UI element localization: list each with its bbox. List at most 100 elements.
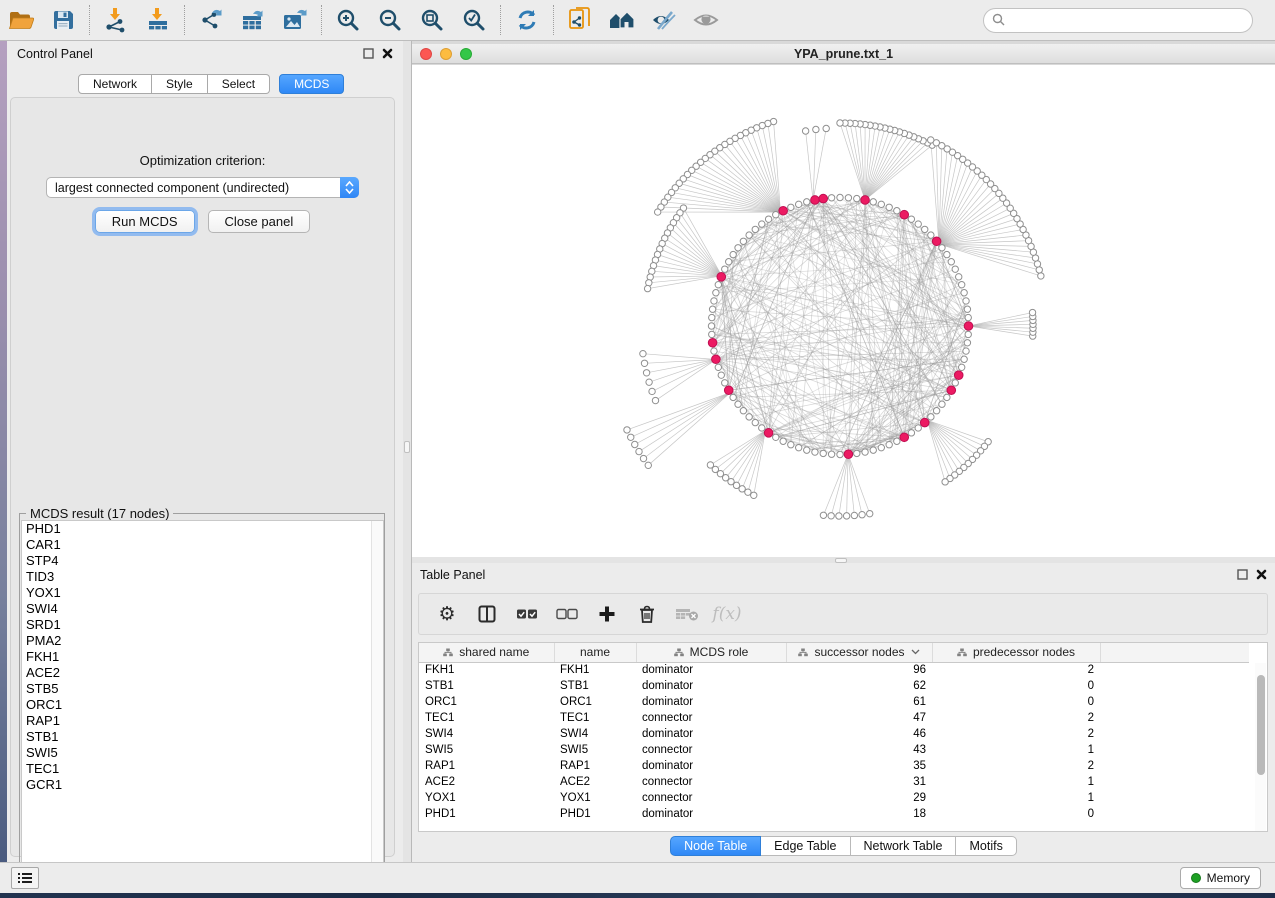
list-item[interactable]: GCR1 bbox=[22, 777, 383, 793]
column-header-mcds-role[interactable]: MCDS role bbox=[636, 643, 786, 662]
deselect-all-icon[interactable] bbox=[555, 602, 579, 626]
list-item[interactable]: CAR1 bbox=[22, 537, 383, 553]
run-mcds-button[interactable]: Run MCDS bbox=[95, 210, 195, 233]
mcds-list-scrollbar[interactable] bbox=[371, 521, 383, 878]
table-row[interactable]: SWI5SWI5connector431 bbox=[419, 742, 1249, 758]
export-network-icon[interactable] bbox=[194, 4, 228, 36]
close-panel-icon[interactable] bbox=[382, 47, 393, 62]
table-row[interactable]: ORC1ORC1dominator610 bbox=[419, 694, 1249, 710]
delete-icon[interactable] bbox=[635, 602, 659, 626]
float-panel-icon[interactable] bbox=[363, 47, 374, 62]
list-item[interactable]: PMA2 bbox=[22, 633, 383, 649]
vertical-split-divider[interactable] bbox=[403, 41, 412, 862]
table-scrollbar[interactable] bbox=[1255, 663, 1266, 831]
table-row[interactable]: RAP1RAP1dominator352 bbox=[419, 758, 1249, 774]
table-scrollbar-thumb[interactable] bbox=[1257, 675, 1265, 775]
tab-mcds[interactable]: MCDS bbox=[279, 74, 344, 94]
table-row[interactable]: SWI4SWI4dominator462 bbox=[419, 726, 1249, 742]
mcds-result-list[interactable]: PHD1CAR1STP4TID3YOX1SWI4SRD1PMA2FKH1ACE2… bbox=[21, 520, 384, 879]
zoom-selected-icon[interactable] bbox=[457, 4, 491, 36]
list-item[interactable]: SWI5 bbox=[22, 745, 383, 761]
list-item[interactable]: STB1 bbox=[22, 729, 383, 745]
column-header-filler bbox=[1100, 643, 1249, 662]
save-icon[interactable] bbox=[46, 4, 80, 36]
table-row[interactable]: TEC1TEC1connector472 bbox=[419, 710, 1249, 726]
table-row[interactable]: PHD1PHD1dominator180 bbox=[419, 806, 1249, 822]
column-header-name[interactable]: name bbox=[554, 643, 636, 662]
add-icon[interactable] bbox=[595, 602, 619, 626]
toolbar-separator bbox=[184, 5, 185, 35]
control-panel: Control Panel Network Style Select MCDS … bbox=[7, 41, 403, 862]
list-icon bbox=[17, 871, 33, 885]
search-box[interactable] bbox=[983, 8, 1253, 33]
table-toolbar: ⚙ f(x) bbox=[418, 593, 1268, 635]
table-row[interactable]: STB1STB1dominator620 bbox=[419, 678, 1249, 694]
list-item[interactable]: STB5 bbox=[22, 681, 383, 697]
list-item[interactable]: RAP1 bbox=[22, 713, 383, 729]
divider-grabber[interactable] bbox=[404, 441, 410, 453]
tab-network-table[interactable]: Network Table bbox=[851, 836, 957, 856]
list-item[interactable]: TID3 bbox=[22, 569, 383, 585]
export-image-icon[interactable] bbox=[278, 4, 312, 36]
list-item[interactable]: STP4 bbox=[22, 553, 383, 569]
node-table-body[interactable]: FKH1FKH1dominator962STB1STB1dominator620… bbox=[419, 662, 1249, 822]
columns-icon[interactable] bbox=[475, 602, 499, 626]
tab-select[interactable]: Select bbox=[208, 74, 270, 94]
close-panel-icon[interactable] bbox=[1256, 568, 1267, 583]
select-stepper-icon bbox=[340, 177, 359, 198]
list-item[interactable]: SRD1 bbox=[22, 617, 383, 633]
node-table-header[interactable]: shared name name MCDS role successor nod… bbox=[419, 643, 1249, 662]
table-panel-title: Table Panel bbox=[420, 568, 485, 582]
optimization-criterion-select[interactable]: largest connected component (undirected) bbox=[46, 177, 359, 198]
list-item[interactable]: ORC1 bbox=[22, 697, 383, 713]
search-input[interactable] bbox=[1005, 14, 1252, 28]
gear-icon[interactable]: ⚙ bbox=[435, 602, 459, 626]
list-item[interactable]: PHD1 bbox=[22, 521, 383, 537]
list-item[interactable]: TEC1 bbox=[22, 761, 383, 777]
tab-edge-table[interactable]: Edge Table bbox=[761, 836, 850, 856]
import-table-icon[interactable] bbox=[141, 4, 175, 36]
tab-motifs[interactable]: Motifs bbox=[956, 836, 1016, 856]
column-header-successor-nodes[interactable]: successor nodes bbox=[786, 643, 932, 662]
export-table-icon[interactable] bbox=[236, 4, 270, 36]
table-row[interactable]: ACE2ACE2connector311 bbox=[419, 774, 1249, 790]
import-network-icon[interactable] bbox=[99, 4, 133, 36]
memory-button[interactable]: Memory bbox=[1180, 867, 1261, 889]
zoom-out-icon[interactable] bbox=[373, 4, 407, 36]
list-item[interactable]: FKH1 bbox=[22, 649, 383, 665]
control-panel-title: Control Panel bbox=[17, 47, 93, 61]
delete-table-icon bbox=[675, 602, 699, 626]
main-toolbar bbox=[0, 0, 1275, 41]
table-panel-tabs: Node Table Edge Table Network Table Moti… bbox=[412, 836, 1275, 856]
tab-style[interactable]: Style bbox=[152, 74, 208, 94]
list-item[interactable]: SWI4 bbox=[22, 601, 383, 617]
open-folder-icon[interactable] bbox=[4, 4, 38, 36]
tab-network[interactable]: Network bbox=[78, 74, 152, 94]
table-row[interactable]: YOX1YOX1connector291 bbox=[419, 790, 1249, 806]
mcds-result-group-title: MCDS result (17 nodes) bbox=[26, 506, 173, 521]
column-header-shared-name[interactable]: shared name bbox=[419, 643, 554, 662]
houses-icon[interactable] bbox=[605, 4, 639, 36]
network-from-selection-icon[interactable] bbox=[563, 4, 597, 36]
zoom-in-icon[interactable] bbox=[331, 4, 365, 36]
list-item[interactable]: YOX1 bbox=[22, 585, 383, 601]
zoom-fit-icon[interactable] bbox=[415, 4, 449, 36]
tab-node-table[interactable]: Node Table bbox=[670, 836, 761, 856]
hide-details-eye-icon[interactable] bbox=[647, 4, 681, 36]
show-details-eye-icon[interactable] bbox=[689, 4, 723, 36]
close-panel-button[interactable]: Close panel bbox=[208, 210, 311, 233]
refresh-layout-icon[interactable] bbox=[510, 4, 544, 36]
optimization-criterion-label: Optimization criterion: bbox=[11, 153, 394, 168]
float-panel-icon[interactable] bbox=[1237, 568, 1248, 583]
table-row[interactable]: FKH1FKH1dominator962 bbox=[419, 662, 1249, 678]
list-item[interactable]: ACE2 bbox=[22, 665, 383, 681]
network-window-titlebar[interactable]: YPA_prune.txt_1 bbox=[412, 44, 1275, 64]
toolbar-separator bbox=[553, 5, 554, 35]
node-table[interactable]: shared name name MCDS role successor nod… bbox=[418, 642, 1268, 832]
network-graph[interactable] bbox=[412, 65, 1275, 557]
column-header-predecessor-nodes[interactable]: predecessor nodes bbox=[932, 643, 1100, 662]
task-history-button[interactable] bbox=[11, 867, 39, 889]
network-canvas[interactable] bbox=[412, 65, 1275, 557]
control-panel-tabs: Network Style Select MCDS bbox=[78, 74, 344, 94]
select-all-icon[interactable] bbox=[515, 602, 539, 626]
